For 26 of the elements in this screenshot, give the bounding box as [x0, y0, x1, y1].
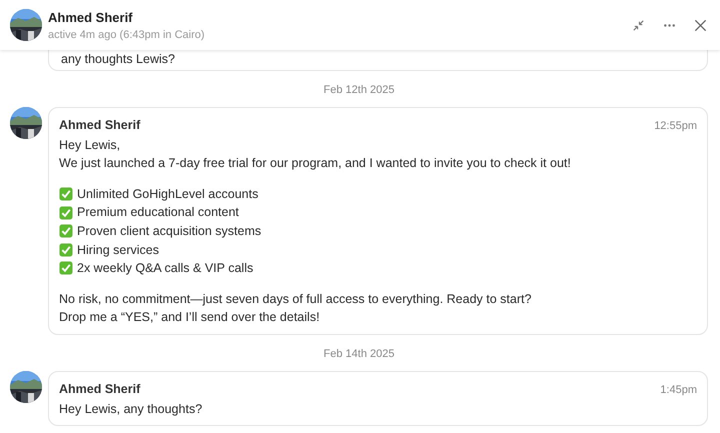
message-text: We just launched a 7-day free trial for our program, and I wanted to invite you to check it out!	[59, 155, 571, 172]
collapse-icon[interactable]	[631, 18, 646, 32]
message-time: 12:55pm	[654, 119, 697, 134]
list-item-text: Unlimited GoHighLevel accounts	[77, 186, 258, 203]
list-item-text: Proven client acquisition systems	[77, 222, 262, 240]
check-mark-icon	[59, 242, 73, 257]
message-text: No risk, no commitment—just seven days of full access to everything. Ready to start?	[59, 290, 532, 308]
message-text: Hey Lewis, any thoughts?	[59, 400, 202, 418]
status-text: active 4m ago (6:43pm in Cairo)	[48, 28, 205, 40]
list-item-text: Premium educational content	[77, 204, 239, 222]
message-text: Hey Lewis,	[59, 136, 120, 154]
message-text: any thoughts Lewis?	[61, 52, 175, 66]
check-mark-icon	[59, 224, 73, 238]
check-mark-icon	[59, 187, 73, 202]
date-separator: Feb 14th 2025	[322, 348, 396, 360]
list-item-text: 2x weekly Q&A calls & VIP calls	[77, 260, 254, 278]
list-item-text: Hiring services	[77, 242, 159, 259]
contact-name: Ahmed Sherif	[48, 10, 134, 24]
check-mark-icon	[59, 206, 73, 220]
sender-name: Ahmed Sherif	[59, 117, 140, 134]
message-time: 1:45pm	[660, 382, 697, 398]
close-icon[interactable]	[693, 18, 708, 32]
date-separator: Feb 12th 2025	[322, 84, 396, 96]
check-mark-icon	[59, 261, 73, 276]
message-text: Drop me a “YES,” and I’ll send over the details!	[59, 309, 320, 326]
sender-name: Ahmed Sherif	[59, 380, 140, 398]
